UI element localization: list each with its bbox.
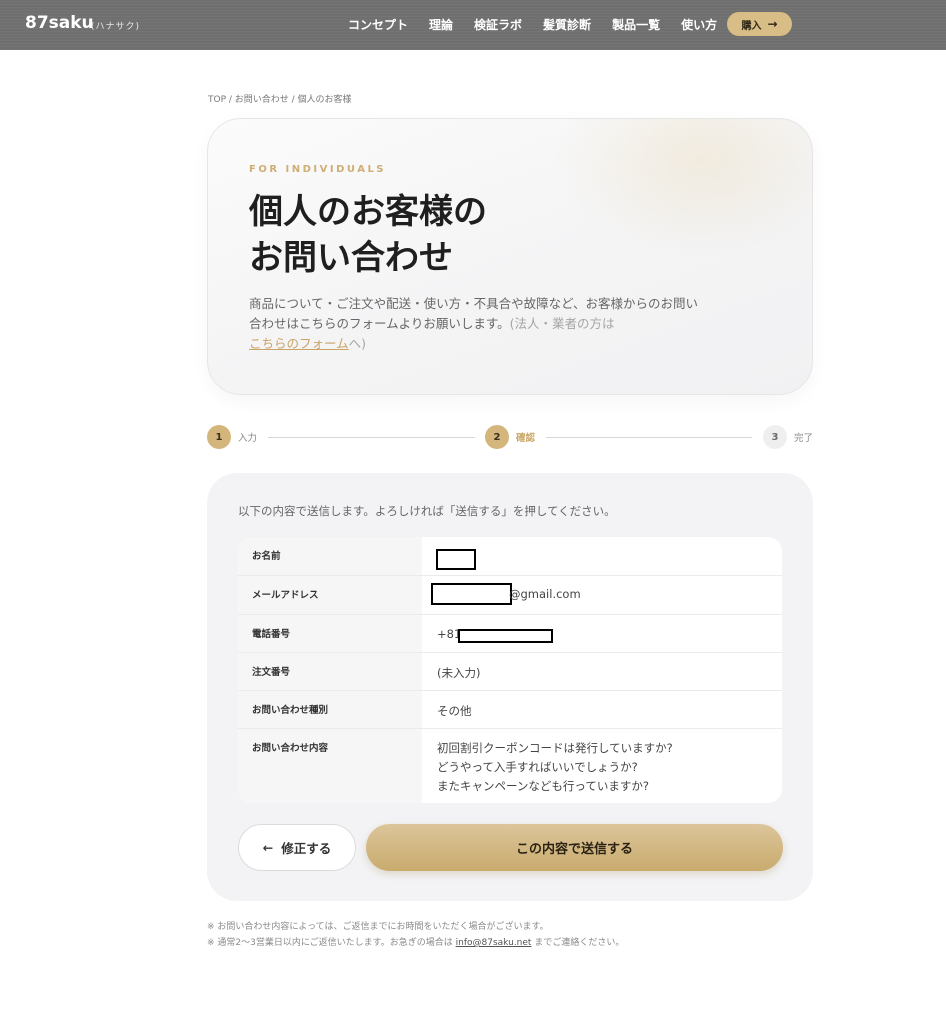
site-header: 87saku (ハナサク) コンセプト 理論 検証ラボ 髪質診断 製品一覧 使い… xyxy=(0,0,946,50)
hero-description-corporate-suffix: へ) xyxy=(348,336,367,351)
email-domain: @gmail.com xyxy=(509,587,581,601)
note-line-1: ※ お問い合わせ内容によっては、ご返信までにお時間をいただく場合がございます。 xyxy=(207,922,549,932)
corporate-form-link[interactable]: こちらのフォーム xyxy=(249,336,349,351)
step-number: 3 xyxy=(763,425,787,449)
site-logo-reading: (ハナサク) xyxy=(91,22,141,32)
hero-description: 商品について・ご注文や配送・使い方・不具合や故障など、お客様からのお問い合わせは… xyxy=(249,294,709,354)
page-title-line1: 個人のお客様の xyxy=(249,192,487,232)
buy-button-label: 購入 xyxy=(741,20,762,32)
step-label: 確認 xyxy=(516,433,536,444)
nav-item-products[interactable]: 製品一覧 xyxy=(612,16,660,33)
page-title: 個人のお客様の お問い合わせ xyxy=(249,189,487,281)
row-label-phone: 電話番号 xyxy=(238,615,422,652)
main-nav: コンセプト 理論 検証ラボ 髪質診断 製品一覧 使い方 xyxy=(348,16,738,33)
nav-item-howto[interactable]: 使い方 xyxy=(681,16,717,33)
table-row: 電話番号 +81 xyxy=(238,615,782,653)
redaction-box xyxy=(431,583,512,605)
footer-notes: ※ お問い合わせ内容によっては、ご返信までにお時間をいただく場合がございます。 … xyxy=(207,919,624,951)
redaction-box xyxy=(458,629,553,643)
submit-button[interactable]: この内容で送信する xyxy=(366,824,783,871)
edit-button-label: 修正する xyxy=(281,841,332,856)
support-email-link[interactable]: info@87saku.net xyxy=(456,938,532,948)
table-row: お問い合わせ種別 その他 xyxy=(238,691,782,729)
step-number: 2 xyxy=(485,425,509,449)
step-label: 完了 xyxy=(793,433,813,444)
nav-item-diagnosis[interactable]: 髪質診断 xyxy=(543,16,591,33)
row-value-order-number: (未入力) xyxy=(437,666,481,680)
hero-eyebrow: FOR INDIVIDUALS xyxy=(249,164,387,175)
hero-glow-decoration xyxy=(552,119,812,259)
note-line-2-suffix: までご連絡ください。 xyxy=(531,938,625,948)
confirm-panel: 以下の内容で送信します。よろしければ「送信する」を押してください。 お名前 メー… xyxy=(207,473,813,901)
row-value-inquiry-type: その他 xyxy=(437,704,472,718)
row-label-order-number: 注文番号 xyxy=(238,653,422,690)
step-confirm: 2 確認 xyxy=(485,425,535,449)
inquiry-line: どうやって入手すればいいでしょうか? xyxy=(437,760,638,774)
step-complete: 3 完了 xyxy=(763,425,813,449)
breadcrumb[interactable]: TOP / お問い合わせ / 個人のお客様 xyxy=(208,92,352,105)
step-input: 1 入力 xyxy=(207,425,257,449)
hero-card: FOR INDIVIDUALS 個人のお客様の お問い合わせ 商品について・ご注… xyxy=(207,118,813,395)
row-label-inquiry-content: お問い合わせ内容 xyxy=(238,729,422,803)
site-logo[interactable]: 87saku xyxy=(25,13,94,33)
table-row: お問い合わせ内容 初回割引クーポンコードは発行していますか? どうやって入手すれ… xyxy=(238,729,782,803)
table-row: 注文番号 (未入力) xyxy=(238,653,782,691)
arrow-left-icon: ← xyxy=(262,840,274,855)
arrow-right-icon: → xyxy=(767,17,778,31)
table-row: お名前 xyxy=(238,537,782,576)
progress-stepper: 1 入力 2 確認 3 完了 xyxy=(207,425,813,449)
row-value-phone: +81 xyxy=(422,627,782,647)
page-title-line2: お問い合わせ xyxy=(249,238,453,278)
edit-button[interactable]: ← 修正する xyxy=(238,824,356,871)
hero-description-corporate-prefix: (法人・業者の方は xyxy=(509,316,615,331)
stepper-line-1 xyxy=(268,437,475,438)
step-label: 入力 xyxy=(238,433,258,444)
row-label-name: お名前 xyxy=(238,537,422,575)
inquiry-line: 初回割引クーポンコードは発行していますか? xyxy=(437,741,673,755)
row-label-inquiry-type: お問い合わせ種別 xyxy=(238,691,422,728)
confirm-table: お名前 メールアドレス @gmail.com 電話番号 +81 注文番号 (未入… xyxy=(238,537,782,803)
row-label-email: メールアドレス xyxy=(238,576,422,614)
confirm-intro: 以下の内容で送信します。よろしければ「送信する」を押してください。 xyxy=(238,504,616,518)
table-row: メールアドレス @gmail.com xyxy=(238,576,782,615)
stepper-line-2 xyxy=(546,437,752,438)
nav-item-concept[interactable]: コンセプト xyxy=(348,16,408,33)
nav-item-theory[interactable]: 理論 xyxy=(429,16,453,33)
note-line-2: ※ 通常2〜3営業日以内にご返信いたします。お急ぎの場合は info@87sak… xyxy=(207,935,624,951)
redaction-box xyxy=(436,549,476,570)
nav-item-lab[interactable]: 検証ラボ xyxy=(474,16,522,33)
buy-button[interactable]: 購入 → xyxy=(727,12,792,36)
step-number: 1 xyxy=(207,425,231,449)
row-value-email: @gmail.com xyxy=(422,583,782,607)
note-line-2-prefix: ※ 通常2〜3営業日以内にご返信いたします。お急ぎの場合は xyxy=(207,938,456,948)
hero-description-main: 商品について・ご注文や配送・使い方・不具合や故障など、お客様からのお問い合わせは… xyxy=(249,296,699,331)
row-value-inquiry-content: 初回割引クーポンコードは発行していますか? どうやって入手すればいいでしょうか?… xyxy=(422,739,673,796)
inquiry-line: またキャンペーンなども行っていますか? xyxy=(437,779,649,793)
